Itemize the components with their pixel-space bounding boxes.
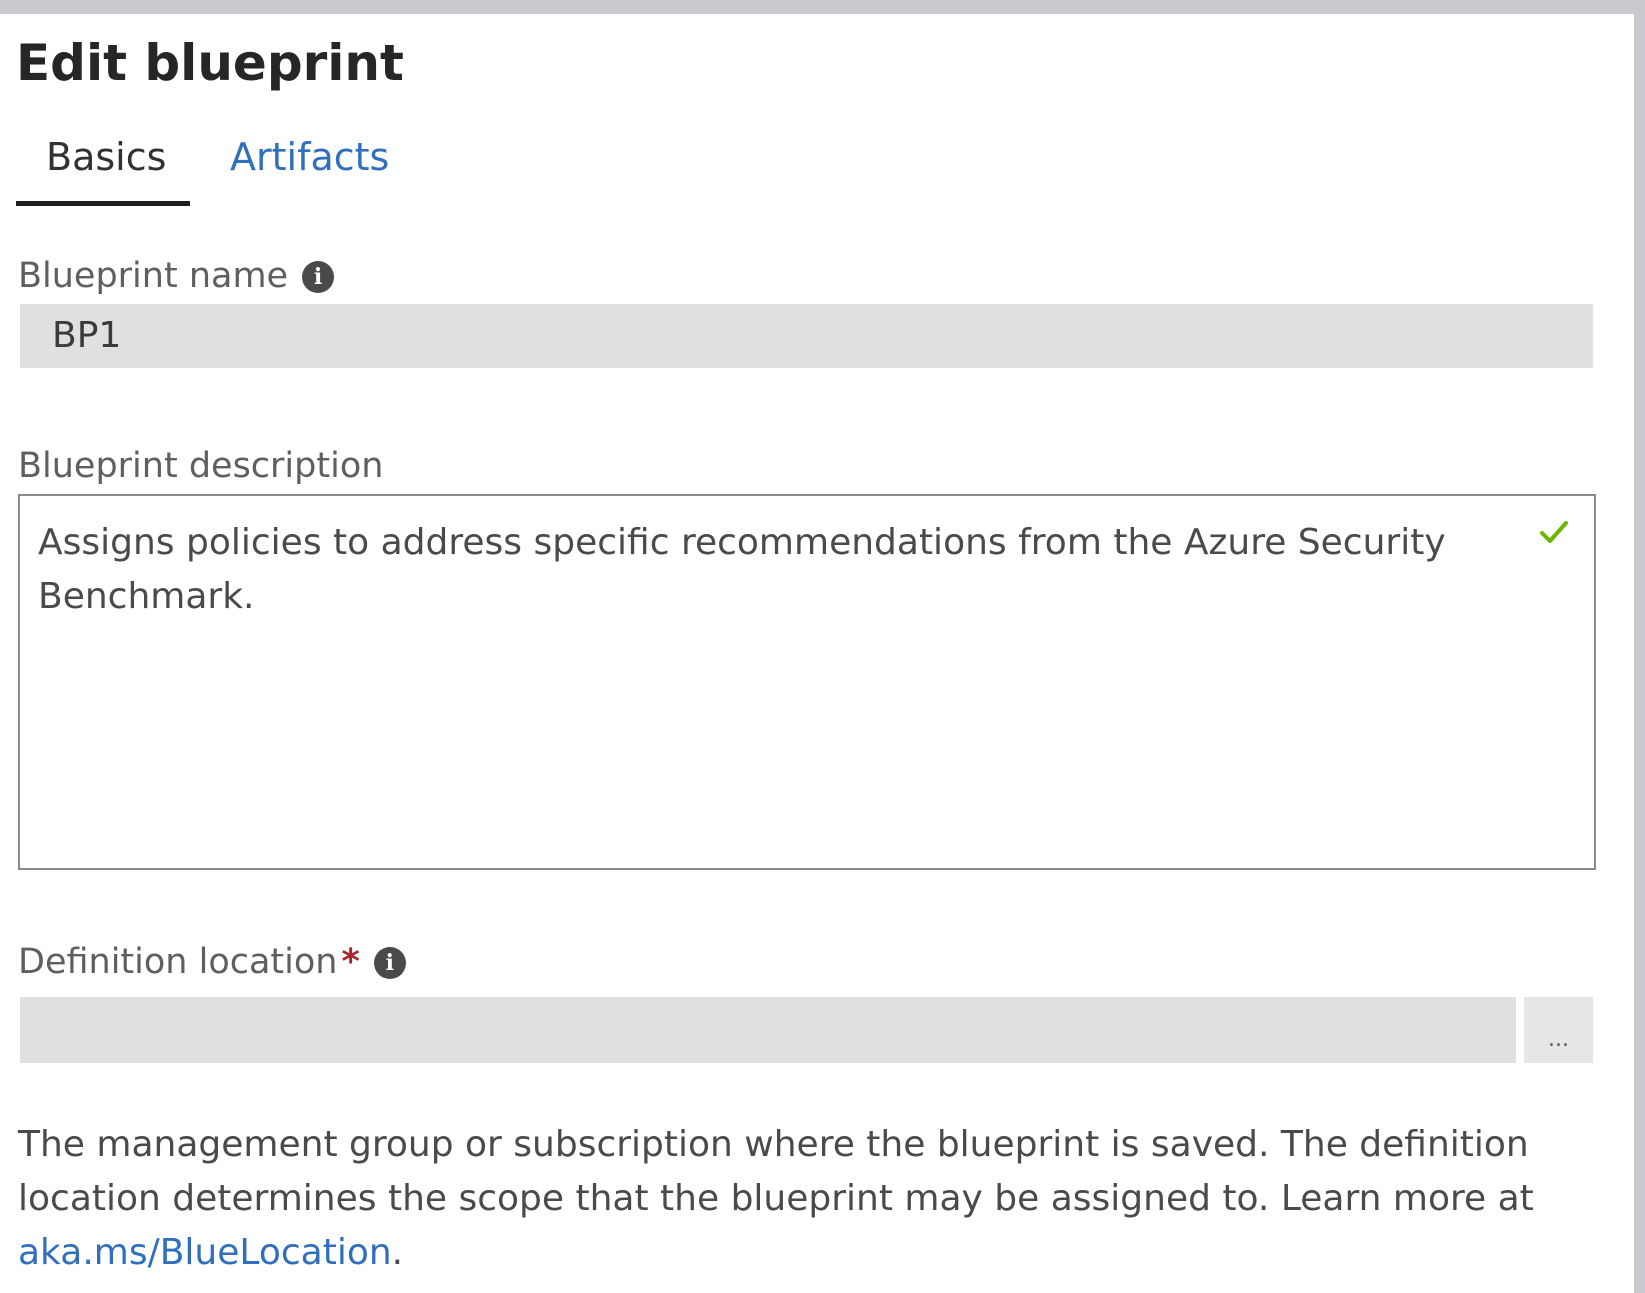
blueprint-description-value: Assigns policies to address specific rec…	[38, 522, 1446, 617]
browse-location-button[interactable]: ...	[1524, 997, 1593, 1063]
definition-location-label-row: Definition location * i	[18, 938, 406, 986]
definition-location-field[interactable]	[20, 997, 1516, 1063]
window-frame-right	[1634, 0, 1645, 1293]
definition-location-label: Definition location	[18, 942, 338, 982]
info-icon[interactable]: i	[373, 947, 406, 979]
tab-bar: Basics Artifacts	[16, 125, 436, 207]
definition-location-help: The management group or subscription whe…	[18, 1118, 1578, 1280]
blueprint-name-label-row: Blueprint name i	[18, 252, 335, 300]
blueprint-name-label: Blueprint name	[18, 256, 289, 296]
help-suffix: .	[391, 1232, 404, 1273]
help-text: The management group or subscription whe…	[18, 1124, 1534, 1219]
page-title: Edit blueprint	[16, 34, 404, 92]
window-frame-top	[0, 0, 1645, 14]
blueprint-name-field[interactable]: BP1	[20, 304, 1593, 368]
required-asterisk: *	[341, 942, 360, 982]
info-icon[interactable]: i	[302, 261, 335, 293]
tab-artifacts[interactable]: Artifacts	[230, 131, 389, 183]
learn-more-link[interactable]: aka.ms/BlueLocation	[18, 1232, 392, 1273]
blueprint-description-label: Blueprint description	[18, 446, 384, 486]
blueprint-description-textarea[interactable]: Assigns policies to address specific rec…	[18, 494, 1596, 870]
checkmark-icon	[1540, 521, 1568, 543]
tab-basics[interactable]: Basics	[46, 131, 166, 183]
active-tab-indicator	[16, 201, 190, 206]
